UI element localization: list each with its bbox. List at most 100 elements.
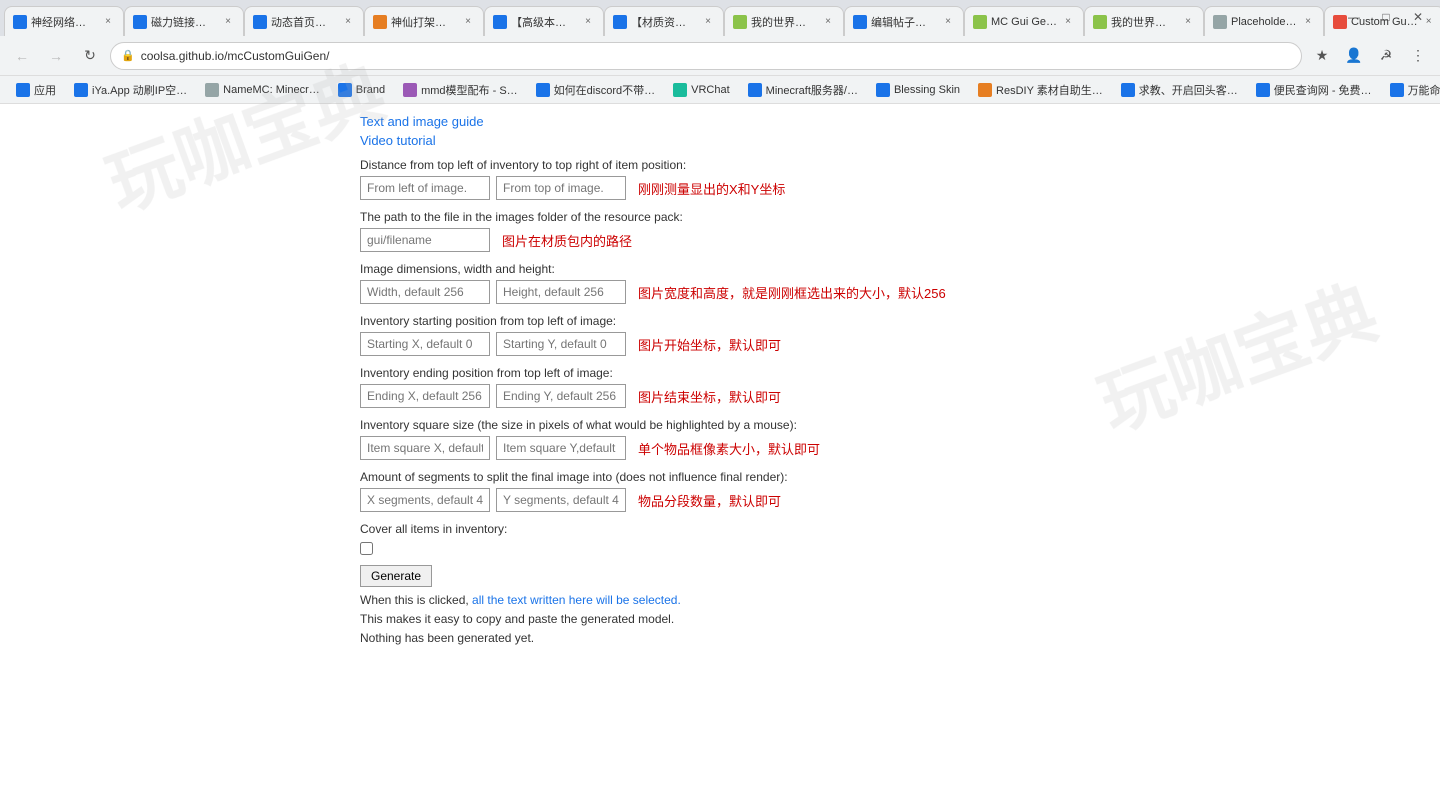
bookmark-favicon [338, 83, 352, 97]
end-y-input[interactable] [496, 384, 626, 408]
reload-button[interactable]: ↻ [76, 42, 104, 70]
output-text: When this is clicked, all the text writt… [360, 591, 1080, 649]
tab-tab8[interactable]: 编辑帖子… × [844, 6, 964, 36]
tab-close-icon[interactable]: × [941, 15, 955, 29]
tab-close-icon[interactable]: × [1061, 15, 1075, 29]
tab-tab3[interactable]: 动态首页…× [244, 6, 364, 36]
tab-tab4[interactable]: 神仙打架… × [364, 6, 484, 36]
bookmark-item[interactable]: Brand [330, 79, 393, 101]
output-line2: This makes it easy to copy and paste the… [360, 610, 1080, 629]
tab-favicon [493, 15, 507, 29]
start-y-input[interactable] [496, 332, 626, 356]
bookmark-item[interactable]: 便民查询网 - 免费… [1248, 79, 1380, 101]
end-pos-annotation: 图片结束坐标，默认即可 [638, 387, 781, 406]
tab-close-icon[interactable]: × [1181, 15, 1195, 29]
minimize-button[interactable]: — [1340, 6, 1368, 28]
width-input[interactable] [360, 280, 490, 304]
tab-close-icon[interactable]: × [1301, 15, 1315, 29]
bookmark-item[interactable]: 万能命令书笺 [1382, 79, 1440, 101]
tab-tab1[interactable]: 神经网络…× [4, 6, 124, 36]
window-controls: — □ ✕ [1340, 6, 1432, 28]
square-y-input[interactable] [496, 436, 626, 460]
tab-favicon [853, 15, 867, 29]
tab-title: 我的世界… [751, 14, 817, 30]
y-segments-input[interactable] [496, 488, 626, 512]
close-button[interactable]: ✕ [1404, 6, 1432, 28]
text-image-guide-link[interactable]: Text and image guide [360, 114, 1080, 129]
tab-close-icon[interactable]: × [221, 15, 235, 29]
tab-title: 神仙打架… [391, 14, 457, 30]
tab-tab7[interactable]: 我的世界… × [724, 6, 844, 36]
tab-favicon [973, 15, 987, 29]
address-bar[interactable]: 🔒 coolsa.github.io/mcCustomGuiGen/ [110, 42, 1302, 70]
from-left-input[interactable] [360, 176, 490, 200]
tab-favicon [373, 15, 387, 29]
bookmark-label: 便民查询网 - 免费… [1274, 82, 1372, 98]
bookmark-item[interactable]: ResDIY 素材自助生… [970, 79, 1111, 101]
bookmark-item[interactable]: mmd模型配布 - S… [395, 79, 526, 101]
tab-title: 编辑帖子… [871, 14, 937, 30]
tab-tab6[interactable]: 【材质资… × [604, 6, 724, 36]
x-segments-input[interactable] [360, 488, 490, 512]
bookmark-item[interactable]: iYa.App 动刷IP空… [66, 79, 195, 101]
content-inner: Text and image guide Video tutorial Dist… [360, 114, 1080, 649]
tab-tab2[interactable]: 磁力链接… × [124, 6, 244, 36]
dimensions-annotation: 图片宽度和高度，就是刚刚框选出来的大小，默认256 [638, 283, 946, 302]
bookmark-favicon [74, 83, 88, 97]
bookmark-favicon [1256, 83, 1270, 97]
path-label: The path to the file in the images folde… [360, 210, 1080, 224]
extensions-icon[interactable]: ☭ [1372, 42, 1400, 70]
tab-tab9[interactable]: MC Gui Ge…× [964, 6, 1084, 36]
tab-tab5[interactable]: 【高级本…× [484, 6, 604, 36]
bookmark-item[interactable]: Blessing Skin [868, 79, 968, 101]
settings-icon[interactable]: ⋮ [1404, 42, 1432, 70]
tab-tab11[interactable]: Placeholde…× [1204, 6, 1324, 36]
bookmarks-icon[interactable]: ★ [1308, 42, 1336, 70]
bookmark-item[interactable]: 求教、开启回头客… [1113, 79, 1246, 101]
from-top-input[interactable] [496, 176, 626, 200]
start-pos-annotation: 图片开始坐标，默认即可 [638, 335, 781, 354]
output-line1: When this is clicked, all the text writt… [360, 591, 1080, 610]
bookmark-favicon [1390, 83, 1404, 97]
end-x-input[interactable] [360, 384, 490, 408]
back-button[interactable]: ← [8, 42, 36, 70]
bookmark-item[interactable]: 应用 [8, 79, 64, 101]
segments-annotation: 物品分段数量，默认即可 [638, 491, 781, 510]
path-input[interactable] [360, 228, 490, 252]
bookmark-item[interactable]: 如何在discord不带… [528, 79, 663, 101]
tab-close-icon[interactable]: × [821, 15, 835, 29]
tab-favicon [253, 15, 267, 29]
tab-close-icon[interactable]: × [461, 15, 475, 29]
height-input[interactable] [496, 280, 626, 304]
position-inputs: 刚刚测量显出的X和Y坐标 [360, 176, 1080, 200]
tab-title: 【材质资… [631, 14, 697, 30]
square-x-input[interactable] [360, 436, 490, 460]
tab-title: 磁力链接… [151, 14, 217, 30]
url-text: coolsa.github.io/mcCustomGuiGen/ [141, 49, 1291, 63]
start-x-input[interactable] [360, 332, 490, 356]
bookmark-item[interactable]: VRChat [665, 79, 738, 101]
profile-icon[interactable]: 👤 [1340, 42, 1368, 70]
tab-close-icon[interactable]: × [581, 15, 595, 29]
bookmark-item[interactable]: Minecraft服务器/… [740, 79, 866, 101]
tab-close-icon[interactable]: × [701, 15, 715, 29]
bookmark-favicon [876, 83, 890, 97]
forward-button[interactable]: → [42, 42, 70, 70]
square-size-annotation: 单个物品框像素大小，默认即可 [638, 439, 820, 458]
cover-all-checkbox[interactable] [360, 542, 373, 555]
bookmark-label: 应用 [34, 82, 56, 98]
position-label: Distance from top left of inventory to t… [360, 158, 1080, 172]
maximize-button[interactable]: □ [1372, 6, 1400, 28]
video-tutorial-link[interactable]: Video tutorial [360, 133, 1080, 148]
generate-button[interactable]: Generate [360, 565, 432, 587]
tab-favicon [13, 15, 27, 29]
segments-inputs: 物品分段数量，默认即可 [360, 488, 1080, 512]
bookmark-label: VRChat [691, 84, 730, 96]
tab-tab10[interactable]: 我的世界… × [1084, 6, 1204, 36]
tab-close-icon[interactable]: × [101, 15, 115, 29]
tab-title: 我的世界… [1111, 14, 1177, 30]
cover-all-label: Cover all items in inventory: [360, 522, 1080, 536]
tab-close-icon[interactable]: × [341, 15, 355, 29]
bookmark-item[interactable]: NameMC: Minecr… [197, 79, 328, 101]
dimensions-label: Image dimensions, width and height: [360, 262, 1080, 276]
